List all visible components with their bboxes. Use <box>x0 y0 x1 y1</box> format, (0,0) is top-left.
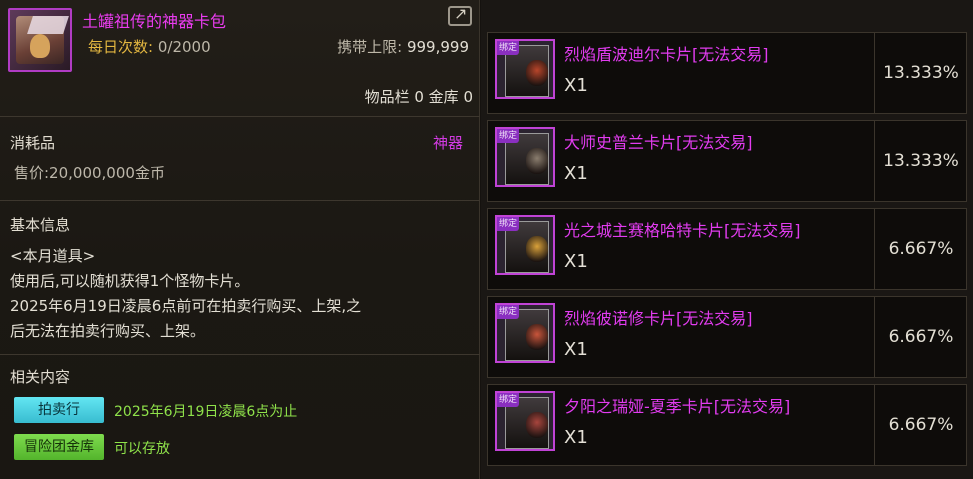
card-quantity: X1 <box>564 251 588 272</box>
item-category: 神器 <box>432 134 463 152</box>
desc-line: <本月道具> <box>10 247 96 265</box>
card-quantity: X1 <box>564 163 588 184</box>
item-name: 土罐祖传的神器卡包 <box>82 12 227 31</box>
card-name: 夕阳之瑞娅-夏季卡片[无法交易] <box>564 397 791 416</box>
monster-portrait-icon <box>526 60 548 86</box>
daily-count: 每日次数: 0/2000 <box>88 36 211 57</box>
carry-limit-label: 携带上限: <box>337 38 403 56</box>
bound-badge: 绑定 <box>497 393 519 407</box>
card-probability: 6.667% <box>888 415 954 435</box>
monster-card-icon[interactable]: 绑定 <box>495 127 555 187</box>
card-name: 烈焰彼诺修卡片[无法交易] <box>564 309 753 328</box>
desc-line: 2025年6月19日凌晨6点前可在拍卖行购买、上架,之 <box>10 297 362 315</box>
card-row[interactable]: 绑定 大师史普兰卡片[无法交易] X1 13.333% <box>487 120 967 202</box>
bound-badge: 绑定 <box>497 217 519 231</box>
monster-card-icon[interactable]: 绑定 <box>495 39 555 99</box>
card-row[interactable]: 绑定 烈焰彼诺修卡片[无法交易] X1 6.667% <box>487 296 967 378</box>
item-type: 消耗品 <box>10 134 56 152</box>
divider <box>0 354 480 355</box>
card-name: 烈焰盾波迪尔卡片[无法交易] <box>564 45 769 64</box>
guild-vault-text: 可以存放 <box>114 441 170 457</box>
card-name: 大师史普兰卡片[无法交易] <box>564 133 753 152</box>
item-tooltip-panel: 土罐祖传的神器卡包 每日次数: 0/2000 携带上限: 999,999 物品栏… <box>0 0 480 479</box>
monster-portrait-icon <box>526 148 548 174</box>
desc-line: 后无法在拍卖行购买、上架。 <box>10 322 206 340</box>
basic-info-title: 基本信息 <box>10 216 71 234</box>
bound-badge: 绑定 <box>497 305 519 319</box>
carry-limit: 携带上限: 999,999 <box>337 36 469 57</box>
monster-portrait-icon <box>526 236 548 262</box>
inventory-count: 物品栏 0 金库 0 <box>364 88 473 106</box>
daily-count-label: 每日次数: <box>88 38 154 56</box>
divider <box>0 116 480 117</box>
card-name: 光之城主赛格哈特卡片[无法交易] <box>564 221 801 240</box>
monster-card-icon[interactable]: 绑定 <box>495 391 555 451</box>
card-probability: 13.333% <box>883 151 959 171</box>
card-row[interactable]: 绑定 烈焰盾波迪尔卡片[无法交易] X1 13.333% <box>487 32 967 114</box>
card-probability: 6.667% <box>888 239 954 259</box>
auction-house-button[interactable]: 拍卖行 <box>14 397 104 423</box>
desc-line: 使用后,可以随机获得1个怪物卡片。 <box>10 272 250 290</box>
card-quantity: X1 <box>564 427 588 448</box>
bound-badge: 绑定 <box>497 41 519 55</box>
card-probability: 6.667% <box>888 327 954 347</box>
card-icon <box>27 16 69 34</box>
card-reward-list: 绑定 烈焰盾波迪尔卡片[无法交易] X1 13.333% 绑定 大师史普兰卡片[无法交易]… <box>481 0 973 479</box>
card-quantity: X1 <box>564 75 588 96</box>
auction-deadline-text: 2025年6月19日凌晨6点为止 <box>114 404 298 420</box>
bound-badge: 绑定 <box>497 129 519 143</box>
card-row[interactable]: 绑定 光之城主赛格哈特卡片[无法交易] X1 6.667% <box>487 208 967 290</box>
daily-count-value: 0/2000 <box>157 38 211 56</box>
item-description: <本月道具> 使用后,可以随机获得1个怪物卡片。 2025年6月19日凌晨6点前… <box>10 244 460 344</box>
card-row[interactable]: 绑定 夕阳之瑞娅-夏季卡片[无法交易] X1 6.667% <box>487 384 967 466</box>
item-price: 售价:20,000,000金币 <box>14 164 165 182</box>
carry-limit-value: 999,999 <box>406 38 469 56</box>
monster-card-icon[interactable]: 绑定 <box>495 303 555 363</box>
card-pack-icon[interactable] <box>8 8 72 72</box>
card-quantity: X1 <box>564 339 588 360</box>
monster-portrait-icon <box>526 412 548 438</box>
share-icon[interactable] <box>448 4 472 26</box>
related-content-title: 相关内容 <box>10 368 71 386</box>
monster-portrait-icon <box>526 324 548 350</box>
guild-vault-button[interactable]: 冒险团金库 <box>14 434 104 460</box>
card-probability: 13.333% <box>883 63 959 83</box>
divider <box>0 200 480 201</box>
monster-card-icon[interactable]: 绑定 <box>495 215 555 275</box>
